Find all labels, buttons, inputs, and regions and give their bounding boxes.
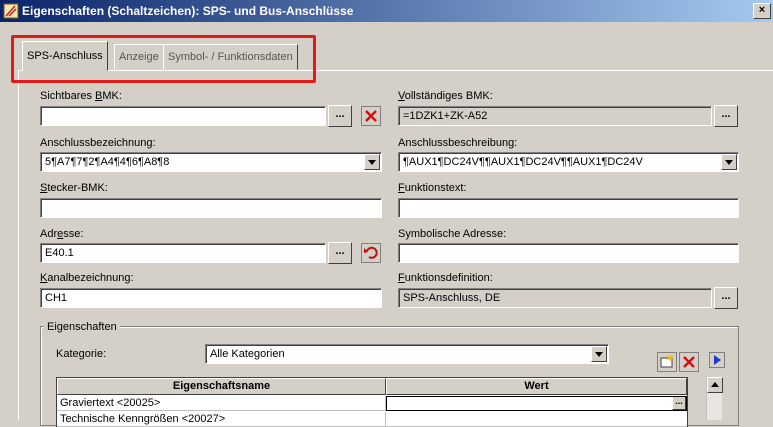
- undo-icon[interactable]: [361, 243, 381, 263]
- chevron-down-icon[interactable]: [364, 154, 380, 170]
- label-stecker-bmk: Stecker-BMK:: [40, 182, 108, 194]
- label-symbolische-adresse: Symbolische Adresse:: [398, 228, 507, 240]
- delete-icon[interactable]: [361, 106, 381, 126]
- window-title: Eigenschaften (Schaltzeichen): SPS- und …: [22, 4, 354, 18]
- label-funktionstext: Funktionstext:: [398, 182, 467, 194]
- funktionstext-input[interactable]: [398, 198, 739, 218]
- adresse-browse-button[interactable]: ...: [328, 242, 352, 264]
- anschlussbezeichnung-value: 5¶A7¶7¶2¶A4¶4¶6¶A8¶8: [45, 156, 170, 168]
- table-row-name[interactable]: Graviertext <20025>: [57, 396, 386, 411]
- table-row-value-editor[interactable]: ...: [386, 396, 687, 411]
- label-sichtbares-bmk: Sichtbares BMK:: [40, 90, 122, 102]
- app-icon: [3, 3, 19, 19]
- adresse-input[interactable]: E40.1: [40, 243, 326, 263]
- kategorie-combo[interactable]: Alle Kategorien: [205, 344, 609, 364]
- label-funktionsdefinition: Funktionsdefinition:: [398, 272, 493, 284]
- anschlussbeschreibung-value: ¶AUX1¶DC24V¶¶AUX1¶DC24V¶¶AUX1¶DC24V: [403, 156, 643, 168]
- anschlussbezeichnung-combo[interactable]: 5¶A7¶7¶2¶A4¶4¶6¶A8¶8: [40, 152, 382, 172]
- delete-property-icon[interactable]: [679, 352, 699, 372]
- label-adresse: Adresse:: [40, 228, 84, 240]
- stecker-bmk-input[interactable]: [40, 198, 382, 218]
- chevron-down-icon[interactable]: [721, 154, 737, 170]
- title-bar: Eigenschaften (Schaltzeichen): SPS- und …: [0, 0, 773, 22]
- label-kanalbezeichnung: Kanalbezeichnung:: [40, 272, 134, 284]
- scroll-up-icon[interactable]: [707, 377, 723, 393]
- close-button[interactable]: ×: [753, 3, 771, 19]
- value-browse-button[interactable]: ...: [672, 397, 686, 410]
- symbolische-adresse-input[interactable]: [398, 243, 739, 263]
- new-property-icon[interactable]: [657, 352, 677, 372]
- column-header-wert[interactable]: Wert: [386, 378, 687, 395]
- label-vollstaendiges-bmk: Vollständiges BMK:: [398, 90, 493, 102]
- chevron-down-icon[interactable]: [591, 346, 607, 362]
- funktionsdefinition-browse-button[interactable]: ...: [714, 287, 738, 309]
- label-kategorie: Kategorie:: [56, 348, 107, 360]
- tab-anzeige[interactable]: Anzeige: [114, 44, 164, 70]
- play-icon[interactable]: [709, 352, 725, 368]
- sichtbares-bmk-browse-button[interactable]: ...: [328, 105, 352, 127]
- kategorie-value: Alle Kategorien: [210, 348, 285, 360]
- funktionsdefinition-field: SPS-Anschluss, DE: [398, 288, 712, 308]
- kanalbezeichnung-input[interactable]: CH1: [40, 288, 382, 308]
- column-header-eigenschaftsname[interactable]: Eigenschaftsname: [57, 378, 386, 395]
- vollstaendiges-bmk-field: =1DZK1+ZK-A52: [398, 106, 712, 126]
- vollstaendiges-bmk-browse-button[interactable]: ...: [714, 105, 738, 127]
- tab-sps-anschluss[interactable]: SPS-Anschluss: [22, 41, 108, 71]
- anschlussbeschreibung-combo[interactable]: ¶AUX1¶DC24V¶¶AUX1¶DC24V¶¶AUX1¶DC24V: [398, 152, 739, 172]
- tab-symbol-funktionsdaten[interactable]: Symbol- / Funktionsdaten: [163, 44, 298, 70]
- properties-scrollbar[interactable]: [706, 377, 723, 420]
- label-anschlussbezeichnung: Anschlussbezeichnung:: [40, 137, 156, 149]
- label-anschlussbeschreibung: Anschlussbeschreibung:: [398, 137, 518, 149]
- sichtbares-bmk-input[interactable]: [40, 106, 326, 126]
- eigenschaften-group-title: Eigenschaften: [44, 321, 120, 333]
